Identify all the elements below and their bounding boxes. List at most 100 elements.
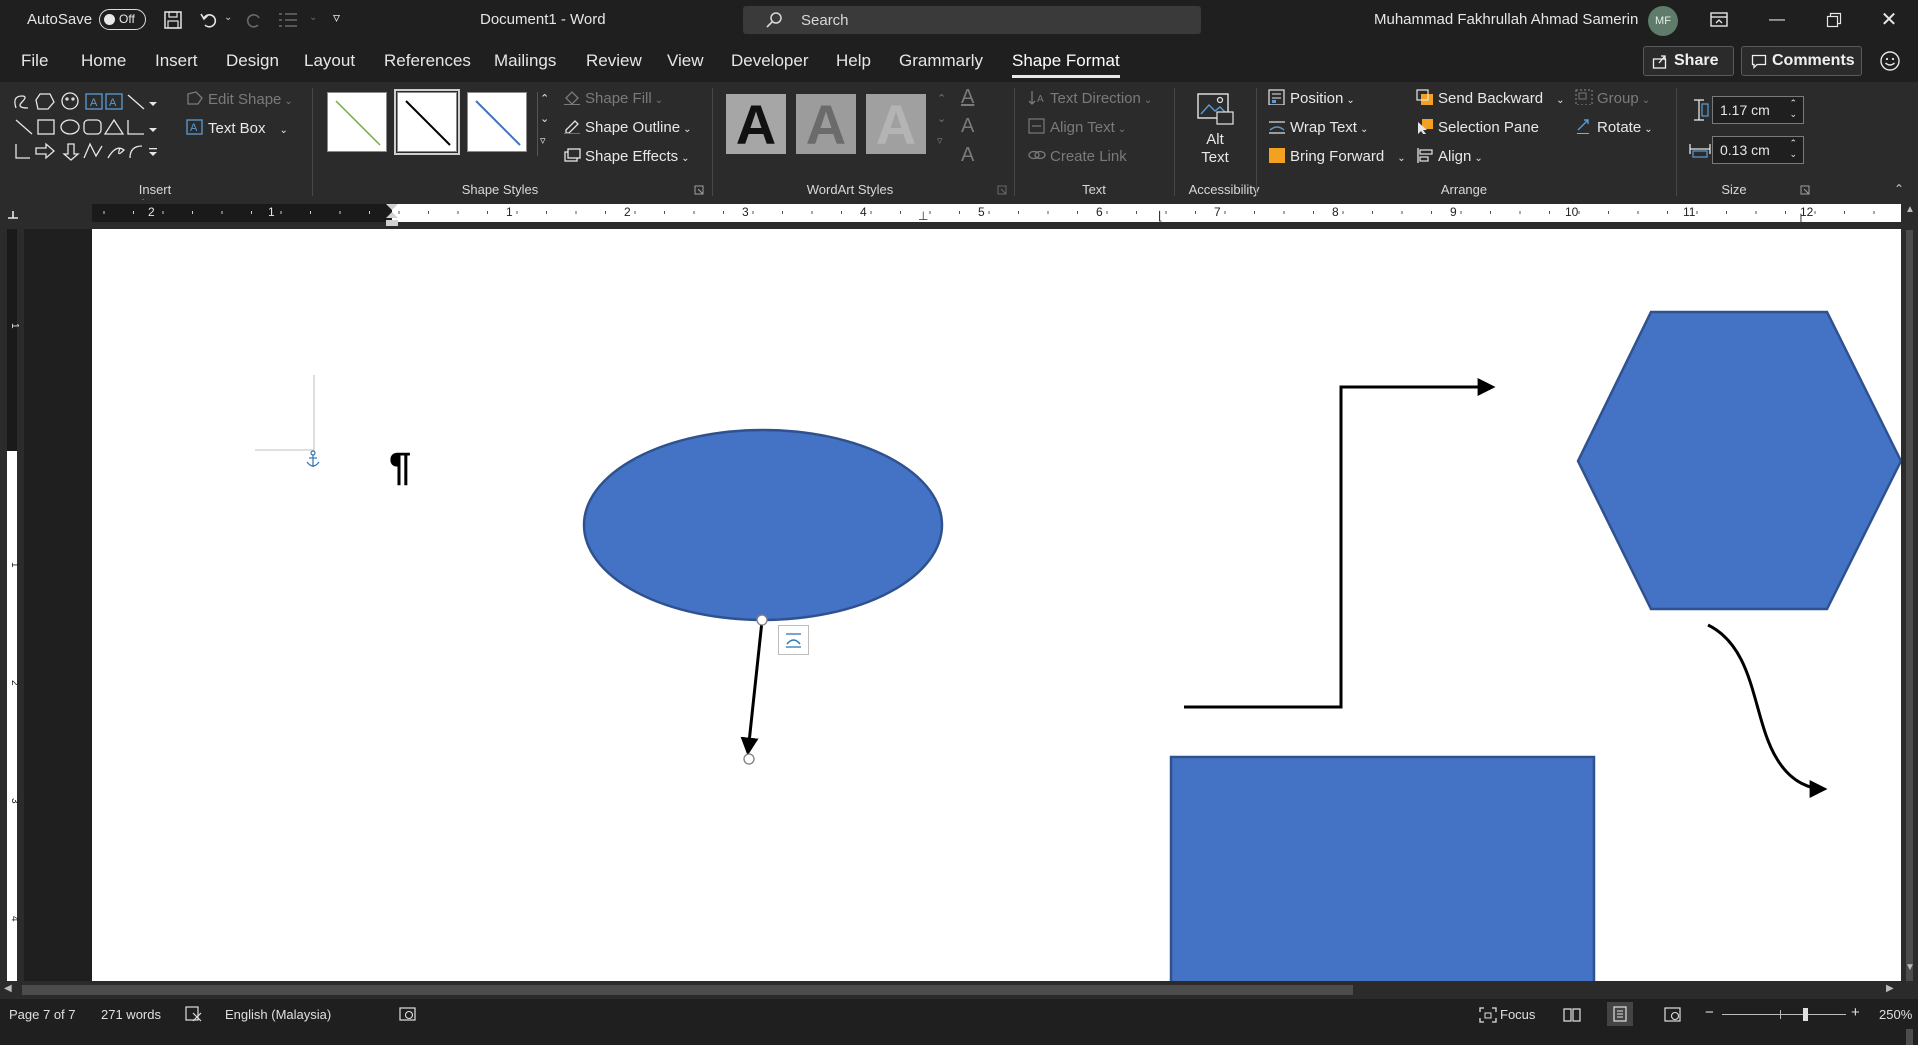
tab-help[interactable]: Help xyxy=(836,51,871,71)
rotate-button[interactable]: Rotate ⌄ xyxy=(1575,118,1653,136)
close-button[interactable]: ✕ xyxy=(1869,6,1909,34)
shape-width-input[interactable]: 0.13 cm ⌃ ⌄ xyxy=(1712,136,1804,164)
horizontal-scrollbar[interactable]: ◀ ▶ xyxy=(0,981,1918,999)
scroll-right-arrow-icon[interactable]: ▶ xyxy=(1886,983,1894,994)
tab-view[interactable]: View xyxy=(667,51,704,71)
wordart-style-2[interactable]: A xyxy=(796,94,856,156)
scroll-left-arrow-icon[interactable]: ◀ xyxy=(4,983,12,994)
horizontal-ruler[interactable]: 2 1 1 2 3 4 5 6 7 8 9 10 11 12 ⊥ ⌊ ⌋ xyxy=(0,200,1918,229)
shape-effects-button[interactable]: Shape Effects ⌄ xyxy=(563,147,690,165)
alt-text-button[interactable]: Alt Text xyxy=(1185,90,1245,175)
tab-file[interactable]: File xyxy=(21,51,48,71)
more-styles-icon[interactable]: ▿ xyxy=(540,134,546,147)
rectangle-shape[interactable] xyxy=(1169,755,1596,981)
zoom-slider-track[interactable] xyxy=(1722,1014,1846,1015)
scroll-up-icon[interactable]: ⌃ xyxy=(540,92,549,105)
shape-styles-scroller[interactable]: ⌃ ⌄ ▿ xyxy=(537,92,551,156)
wrap-text-button[interactable]: Wrap Text ⌄ xyxy=(1268,118,1368,136)
print-layout-button[interactable] xyxy=(1607,1002,1633,1026)
align-button[interactable]: Align ⌄ xyxy=(1416,147,1483,165)
indent-marker-icon[interactable] xyxy=(385,202,399,228)
tab-references[interactable]: References xyxy=(384,51,471,71)
smiley-feedback-icon[interactable] xyxy=(1879,50,1901,72)
wordart-style-1[interactable]: A xyxy=(726,94,786,156)
selection-pane-button[interactable]: Selection Pane xyxy=(1416,118,1539,136)
share-button[interactable]: Share xyxy=(1643,46,1734,76)
undo-icon[interactable] xyxy=(199,10,219,30)
tab-stop-center-icon[interactable]: ⊥ xyxy=(918,209,928,223)
end-handle[interactable] xyxy=(743,753,755,765)
document-page[interactable]: ¶ xyxy=(92,229,1901,981)
language[interactable]: English (Malaysia) xyxy=(225,1007,331,1022)
vscroll-thumb[interactable] xyxy=(1906,230,1913,1045)
start-handle[interactable] xyxy=(756,614,768,626)
undo-dropdown-icon[interactable]: ⌄ xyxy=(224,12,232,23)
position-button[interactable]: Position ⌄ xyxy=(1268,89,1355,107)
bring-forward-button[interactable]: Bring Forward ⌄ xyxy=(1268,147,1406,165)
tab-developer[interactable]: Developer xyxy=(731,51,809,71)
web-layout-icon[interactable] xyxy=(1664,1007,1682,1023)
height-down-icon[interactable]: ⌄ xyxy=(1789,109,1797,120)
shape-outline-button[interactable]: Shape Outline ⌄ xyxy=(563,118,691,136)
focus-icon[interactable] xyxy=(1479,1007,1497,1023)
tab-stop-right-icon[interactable]: ⌋ xyxy=(1798,212,1802,225)
collapse-ribbon-icon[interactable]: ⌃ xyxy=(1894,182,1904,196)
width-down-icon[interactable]: ⌄ xyxy=(1789,149,1797,160)
tab-home[interactable]: Home xyxy=(81,51,126,71)
save-icon[interactable] xyxy=(163,10,183,30)
layout-options-button[interactable] xyxy=(778,625,809,655)
search-box[interactable]: Search xyxy=(743,6,1201,34)
curved-arrow-connector[interactable] xyxy=(1707,623,1828,798)
restore-button[interactable] xyxy=(1826,12,1842,28)
elbow-arrow-connector[interactable] xyxy=(1184,378,1496,709)
minimize-button[interactable]: — xyxy=(1757,6,1797,34)
shape-style-blue[interactable] xyxy=(467,92,527,152)
text-box-button[interactable]: A Text Box ⌄ xyxy=(186,119,288,137)
hexagon-shape[interactable] xyxy=(1576,310,1901,611)
comments-button[interactable]: Comments xyxy=(1741,46,1862,76)
hscroll-thumb[interactable] xyxy=(22,985,1353,995)
accessibility-checker-icon[interactable] xyxy=(399,1007,417,1022)
shape-style-green[interactable] xyxy=(327,92,387,152)
tab-stop-left-icon[interactable]: ⌊ xyxy=(1158,209,1163,223)
zoom-level[interactable]: 250% xyxy=(1879,1007,1912,1022)
customize-quick-access-icon[interactable]: ▿ xyxy=(333,9,340,26)
zoom-out-icon[interactable]: − xyxy=(1705,1004,1714,1021)
ellipse-shape[interactable] xyxy=(582,428,944,622)
scroll-down-icon[interactable]: ⌄ xyxy=(540,112,549,125)
size-launcher-icon[interactable] xyxy=(1800,185,1810,195)
tab-insert[interactable]: Insert xyxy=(155,51,198,71)
page-count[interactable]: Page 7 of 7 xyxy=(9,1007,76,1022)
shapes-gallery[interactable]: A A xyxy=(12,90,162,170)
wordart-style-3[interactable]: A xyxy=(866,94,926,156)
zoom-in-icon[interactable]: + xyxy=(1851,1004,1860,1021)
selected-arrow-connector[interactable] xyxy=(740,620,764,756)
tab-shape-format[interactable]: Shape Format xyxy=(1012,51,1120,78)
read-mode-icon[interactable] xyxy=(1563,1007,1581,1022)
width-up-icon[interactable]: ⌃ xyxy=(1789,138,1797,149)
send-backward-button[interactable]: Send Backward ⌄ xyxy=(1416,89,1564,107)
focus-label[interactable]: Focus xyxy=(1500,1007,1535,1022)
avatar[interactable]: MF xyxy=(1648,6,1678,36)
tab-layout[interactable]: Layout xyxy=(304,51,355,71)
tab-review[interactable]: Review xyxy=(586,51,642,71)
shape-style-black[interactable] xyxy=(394,89,460,155)
zoom-slider-thumb[interactable] xyxy=(1803,1008,1808,1021)
tab-design[interactable]: Design xyxy=(226,51,279,71)
tab-grammarly[interactable]: Grammarly xyxy=(899,51,983,71)
autosave-toggle[interactable]: Off xyxy=(99,9,146,30)
scroll-up-arrow-icon[interactable]: ▲ xyxy=(1905,204,1915,215)
ribbon-display-options-icon[interactable] xyxy=(1709,11,1729,29)
vertical-scrollbar[interactable]: ▲ ▼ xyxy=(1901,200,1918,1045)
tab-mailings[interactable]: Mailings xyxy=(494,51,556,71)
user-name[interactable]: Muhammad Fakhrullah Ahmad Samerin xyxy=(1374,11,1638,28)
document-canvas[interactable]: ¶ xyxy=(24,229,1901,981)
vertical-ruler[interactable]: 1 1 2 3 4 xyxy=(0,229,24,989)
wordart-scroller[interactable]: ⌃ ⌄ ▿ xyxy=(935,92,949,156)
proofing-icon[interactable] xyxy=(185,1006,203,1022)
shape-styles-launcher-icon[interactable] xyxy=(694,185,704,195)
shape-height-input[interactable]: 1.17 cm ⌃ ⌄ xyxy=(1712,96,1804,124)
height-up-icon[interactable]: ⌃ xyxy=(1789,98,1797,109)
word-count[interactable]: 271 words xyxy=(101,1007,161,1022)
scroll-down-arrow-icon[interactable]: ▼ xyxy=(1905,962,1915,973)
